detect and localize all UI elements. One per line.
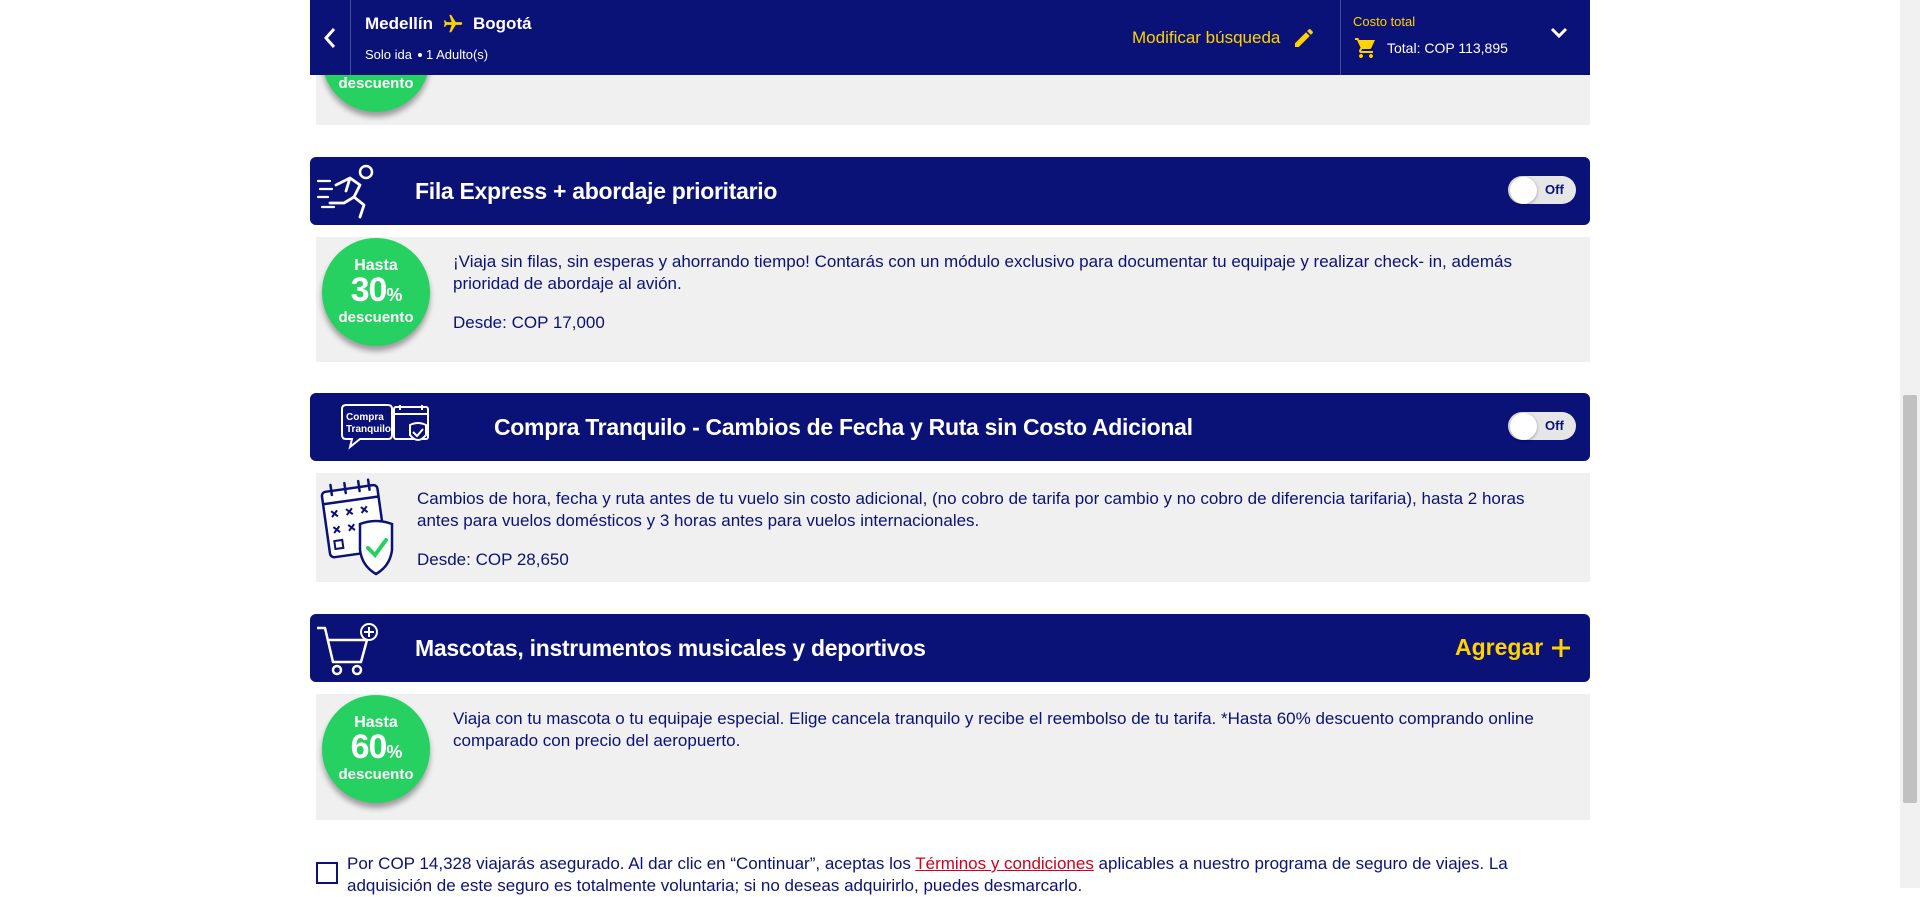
- scrollbar-thumb[interactable]: [1903, 395, 1917, 803]
- calendar-shield-icon: [320, 478, 394, 576]
- section-title: Fila Express + abordaje prioritario: [415, 178, 778, 204]
- badge-line2: 60%: [322, 728, 430, 767]
- back-button[interactable]: [310, 0, 351, 75]
- badge-line2: 30%: [322, 271, 430, 310]
- section-description: Cambios de hora, fecha y ruta antes de t…: [417, 489, 1525, 530]
- cart-icon: [1355, 38, 1375, 58]
- passenger-count: 1 Adulto(s): [425, 47, 489, 62]
- toggle-knob: [1510, 177, 1537, 204]
- toggle-knob: [1510, 413, 1537, 440]
- total-cost: Total: COP 113,895: [1353, 36, 1508, 60]
- badge-line3: descuento: [338, 75, 414, 92]
- plus-icon: [1552, 638, 1571, 657]
- route: Medellín Bogotá: [365, 13, 532, 35]
- booking-summary-bar: Medellín Bogotá Solo ida 1 Adulto(s) Modi…: [310, 0, 1590, 75]
- terms-link[interactable]: Términos y condiciones: [915, 854, 1094, 873]
- section-price: Desde: COP 17,000: [453, 313, 605, 332]
- trip-type: Solo ida: [365, 47, 412, 62]
- insurance-terms-text: Por COP 14,328 viajarás asegurado. Al da…: [347, 853, 1587, 897]
- compra-tranquilo-header: Compra Tranquilo Compra Tranquilo - Camb…: [310, 393, 1590, 461]
- total-cost-label: Costo total: [1353, 14, 1416, 29]
- add-extras-button[interactable]: Agregar: [1455, 634, 1571, 661]
- logo-text-1: Compra: [346, 412, 384, 423]
- badge-line3: descuento: [338, 766, 414, 783]
- trip-details: Solo ida 1 Adulto(s): [365, 47, 488, 62]
- compra-tranquilo-logo-icon: Compra Tranquilo: [341, 404, 429, 450]
- toggle-label: Off: [1545, 182, 1564, 197]
- separator-dot: [417, 52, 422, 57]
- pencil-icon: [1295, 28, 1314, 47]
- toggle-label: Off: [1545, 418, 1564, 433]
- chevron-down-icon: [1550, 27, 1568, 39]
- expand-cost-button[interactable]: [1550, 26, 1568, 44]
- running-person-icon: [316, 164, 374, 219]
- section-title: Compra Tranquilo - Cambios de Fecha y Ru…: [494, 414, 1193, 440]
- badge-line3: descuento: [338, 309, 414, 326]
- divider: [1340, 0, 1341, 75]
- modify-search-label: Modificar búsqueda: [1132, 28, 1281, 47]
- fila-express-toggle[interactable]: Off: [1508, 176, 1576, 204]
- section-description: Viaja con tu mascota o tu equipaje espec…: [453, 709, 1534, 750]
- modify-search-button[interactable]: Modificar búsqueda: [1132, 26, 1316, 50]
- fila-express-header: Fila Express + abordaje prioritario Off: [310, 157, 1590, 225]
- airplane-icon: [443, 14, 463, 33]
- logo-text-2: Tranquilo: [346, 424, 391, 435]
- section-price: Desde: COP 28,650: [417, 550, 569, 569]
- compra-tranquilo-toggle[interactable]: Off: [1508, 412, 1576, 440]
- page-scrollbar[interactable]: [1900, 0, 1920, 888]
- total-cost-value: Total: COP 113,895: [1387, 40, 1508, 56]
- discount-badge: Hasta 60% descuento: [322, 695, 430, 803]
- mascotas-header: Mascotas, instrumentos musicales y depor…: [310, 614, 1590, 682]
- badge-number: 60: [350, 728, 388, 766]
- terms-text-before: Por COP 14,328 viajarás asegurado. Al da…: [347, 854, 916, 873]
- section-title: Mascotas, instrumentos musicales y depor…: [415, 635, 926, 661]
- chevron-left-icon: [323, 27, 336, 48]
- discount-badge: Hasta 30% descuento: [322, 238, 430, 346]
- destination-city: Bogotá: [473, 14, 532, 33]
- badge-percent: %: [386, 285, 402, 305]
- section-description: ¡Viaja sin filas, sin esperas y ahorrand…: [453, 252, 1512, 293]
- badge-number: 30: [350, 271, 388, 309]
- add-label: Agregar: [1455, 634, 1544, 660]
- origin-city: Medellín: [365, 14, 434, 33]
- cart-plus-icon: [317, 623, 378, 676]
- badge-percent: %: [386, 742, 402, 762]
- insurance-checkbox[interactable]: [316, 862, 338, 884]
